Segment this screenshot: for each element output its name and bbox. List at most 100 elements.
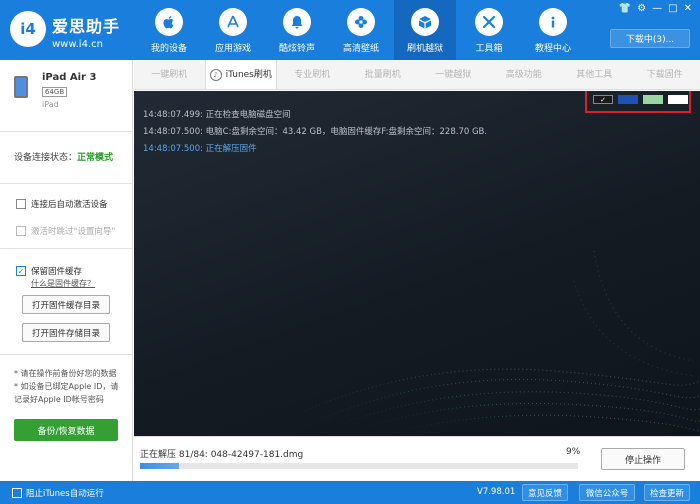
backup-restore-button[interactable]: 备份/恢复数据 [14, 419, 118, 441]
theme-swatch-dark[interactable]: ✓ [593, 95, 613, 104]
apple-icon [155, 8, 183, 36]
log-text: 电脑C:盘剩余空间：43.42 GB，电脑固件缓存F:盘剩余空间：228.70 … [205, 127, 488, 137]
brand-name: 爱思助手 [52, 17, 121, 36]
theme-swatch-group: ✓ [585, 91, 691, 113]
progress-bar [140, 463, 578, 469]
theme-swatch-blue[interactable] [618, 95, 638, 104]
nav-tutorials[interactable]: 教程中心 [521, 0, 585, 60]
progress-area: 正在解压 81/84: 048-42497-181.dmg 9% 停止操作 [134, 436, 700, 481]
check-icon[interactable]: ✓ [16, 266, 26, 276]
main-nav: 我的设备 应用游戏 酷炫铃声 高清壁纸 刷机越狱 工具箱 教程中心 [137, 0, 585, 60]
divider [0, 354, 133, 355]
brand: 爱思助手 www.i4.cn [52, 13, 120, 50]
device-capacity: 64GB [42, 87, 68, 97]
nav-label: 教程中心 [534, 44, 571, 54]
status-bar: 阻止iTunes自动运行 V7.98.01 意见反馈 微信公众号 检查更新 [0, 481, 700, 504]
tools-icon [475, 8, 503, 36]
nav-label: 刷机越狱 [406, 44, 443, 54]
nav-label: 酷炫铃声 [278, 44, 315, 54]
info-icon [539, 8, 567, 36]
close-icon[interactable]: ✕ [684, 3, 692, 14]
stop-button[interactable]: 停止操作 [601, 448, 685, 470]
theme-swatch-white[interactable] [668, 95, 688, 104]
sidebar: iPad Air 3 64GB iPad 设备连接状态：正常模式 连接后自动激活… [0, 60, 133, 481]
log-line: 14:48:07.499: 正在检查电脑磁盘空间 [143, 108, 291, 120]
nav-label: 工具箱 [475, 44, 503, 54]
ipad-icon [14, 76, 28, 98]
shirt-icon[interactable]: 👕 [619, 3, 631, 14]
tab-one-click-jailbreak[interactable]: 一键越狱 [418, 60, 489, 89]
tab-pro-flash[interactable]: 专业刷机 [277, 60, 348, 89]
nav-flash-jailbreak[interactable]: 刷机越狱 [394, 0, 456, 60]
device-type: iPad [42, 100, 59, 109]
flash-tabs: 一键刷机 ♪ iTunes刷机 专业刷机 批量刷机 一键越狱 高级功能 其他工具… [134, 60, 700, 90]
open-storage-dir-button[interactable]: 打开固件存储目录 [22, 323, 110, 342]
logo: i4 [10, 11, 46, 47]
progress-label: 正在解压 81/84: 048-42497-181.dmg [140, 450, 304, 460]
feedback-button[interactable]: 意见反馈 [522, 484, 568, 501]
tab-download-firmware[interactable]: 下载固件 [630, 60, 700, 89]
top-bar: i4 爱思助手 www.i4.cn 我的设备 应用游戏 酷炫铃声 高清壁纸 刷机… [0, 0, 700, 60]
flower-icon [347, 8, 375, 36]
device-card: iPad Air 3 64GB iPad [14, 72, 124, 114]
connection-mode: 正常模式 [77, 153, 114, 163]
nav-label: 我的设备 [150, 44, 187, 54]
log-time: 14:48:07.500: [143, 127, 203, 137]
log-text: 正在解压固件 [205, 144, 257, 154]
log-line: 14:48:07.500: 电脑C:盘剩余空间：43.42 GB，电脑固件缓存F… [143, 125, 487, 137]
skip-setup-checkbox[interactable]: 激活时跳过"设置向导" [16, 225, 115, 237]
minimize-icon[interactable]: — [652, 3, 662, 14]
check-update-button[interactable]: 检查更新 [644, 484, 690, 501]
window-controls: 👕 ⚙ — □ ✕ [619, 3, 692, 14]
divider [0, 248, 133, 249]
auto-activate-checkbox[interactable]: 连接后自动激活设备 [16, 198, 108, 210]
tab-one-click-flash[interactable]: 一键刷机 [134, 60, 205, 89]
log-time: 14:48:07.499: [143, 110, 203, 120]
progress-fill [140, 463, 180, 469]
settings-icon[interactable]: ⚙ [637, 3, 646, 14]
tab-label: iTunes刷机 [225, 69, 272, 80]
version-label: V7.98.01 [477, 487, 516, 497]
checkbox[interactable] [16, 226, 26, 236]
log-time: 14:48:07.500: [143, 144, 203, 154]
device-name: iPad Air 3 [42, 72, 97, 83]
box-icon [411, 8, 439, 36]
what-is-cache-link[interactable]: 什么是固件缓存？ [31, 278, 95, 289]
checkbox-label: 阻止iTunes自动运行 [26, 489, 104, 499]
tab-batch-flash[interactable]: 批量刷机 [348, 60, 419, 89]
nav-toolbox[interactable]: 工具箱 [457, 0, 521, 60]
checkbox-label: 保留固件缓存 [31, 267, 83, 277]
block-itunes-checkbox[interactable]: 阻止iTunes自动运行 [12, 487, 104, 499]
log-text: 正在检查电脑磁盘空间 [205, 110, 291, 120]
checkbox-label: 激活时跳过"设置向导" [31, 227, 116, 237]
connection-label: 设备连接状态： [14, 153, 78, 163]
nav-wallpapers[interactable]: 高清壁纸 [329, 0, 393, 60]
checkbox-label: 连接后自动激活设备 [31, 200, 108, 210]
checkbox[interactable] [12, 488, 22, 498]
tab-other-tools[interactable]: 其他工具 [559, 60, 630, 89]
divider [0, 131, 133, 132]
nav-my-device[interactable]: 我的设备 [137, 0, 201, 60]
tab-itunes-flash[interactable]: ♪ iTunes刷机 [204, 60, 277, 89]
divider [0, 183, 133, 184]
download-queue-button[interactable]: 下载中(3)... [610, 29, 690, 48]
log-line-current: 14:48:07.500: 正在解压固件 [143, 142, 257, 154]
log-console: 14:48:07.499: 正在检查电脑磁盘空间 14:48:07.500: 电… [134, 91, 700, 436]
theme-swatch-green[interactable] [643, 95, 663, 104]
nav-apps-games[interactable]: 应用游戏 [201, 0, 265, 60]
maximize-icon[interactable]: □ [668, 3, 677, 14]
progress-percent: 9% [566, 447, 581, 457]
music-note-icon: ♪ [209, 68, 222, 81]
keep-cache-checkbox[interactable]: ✓ 保留固件缓存 [16, 265, 82, 277]
open-cache-dir-button[interactable]: 打开固件缓存目录 [22, 295, 110, 314]
nav-label: 高清壁纸 [342, 44, 379, 54]
tip-text: * 如设备已绑定Apple ID，请记录好Apple ID帐号密码 [14, 382, 119, 404]
connection-status: 设备连接状态：正常模式 [14, 150, 113, 163]
bell-icon [283, 8, 311, 36]
wechat-button[interactable]: 微信公众号 [579, 484, 635, 501]
tip-text: * 请在操作前备份好您的数据 [14, 369, 117, 378]
app-store-icon [219, 8, 247, 36]
nav-ringtones[interactable]: 酷炫铃声 [265, 0, 329, 60]
checkbox[interactable] [16, 199, 26, 209]
tab-advanced[interactable]: 高级功能 [489, 60, 560, 89]
